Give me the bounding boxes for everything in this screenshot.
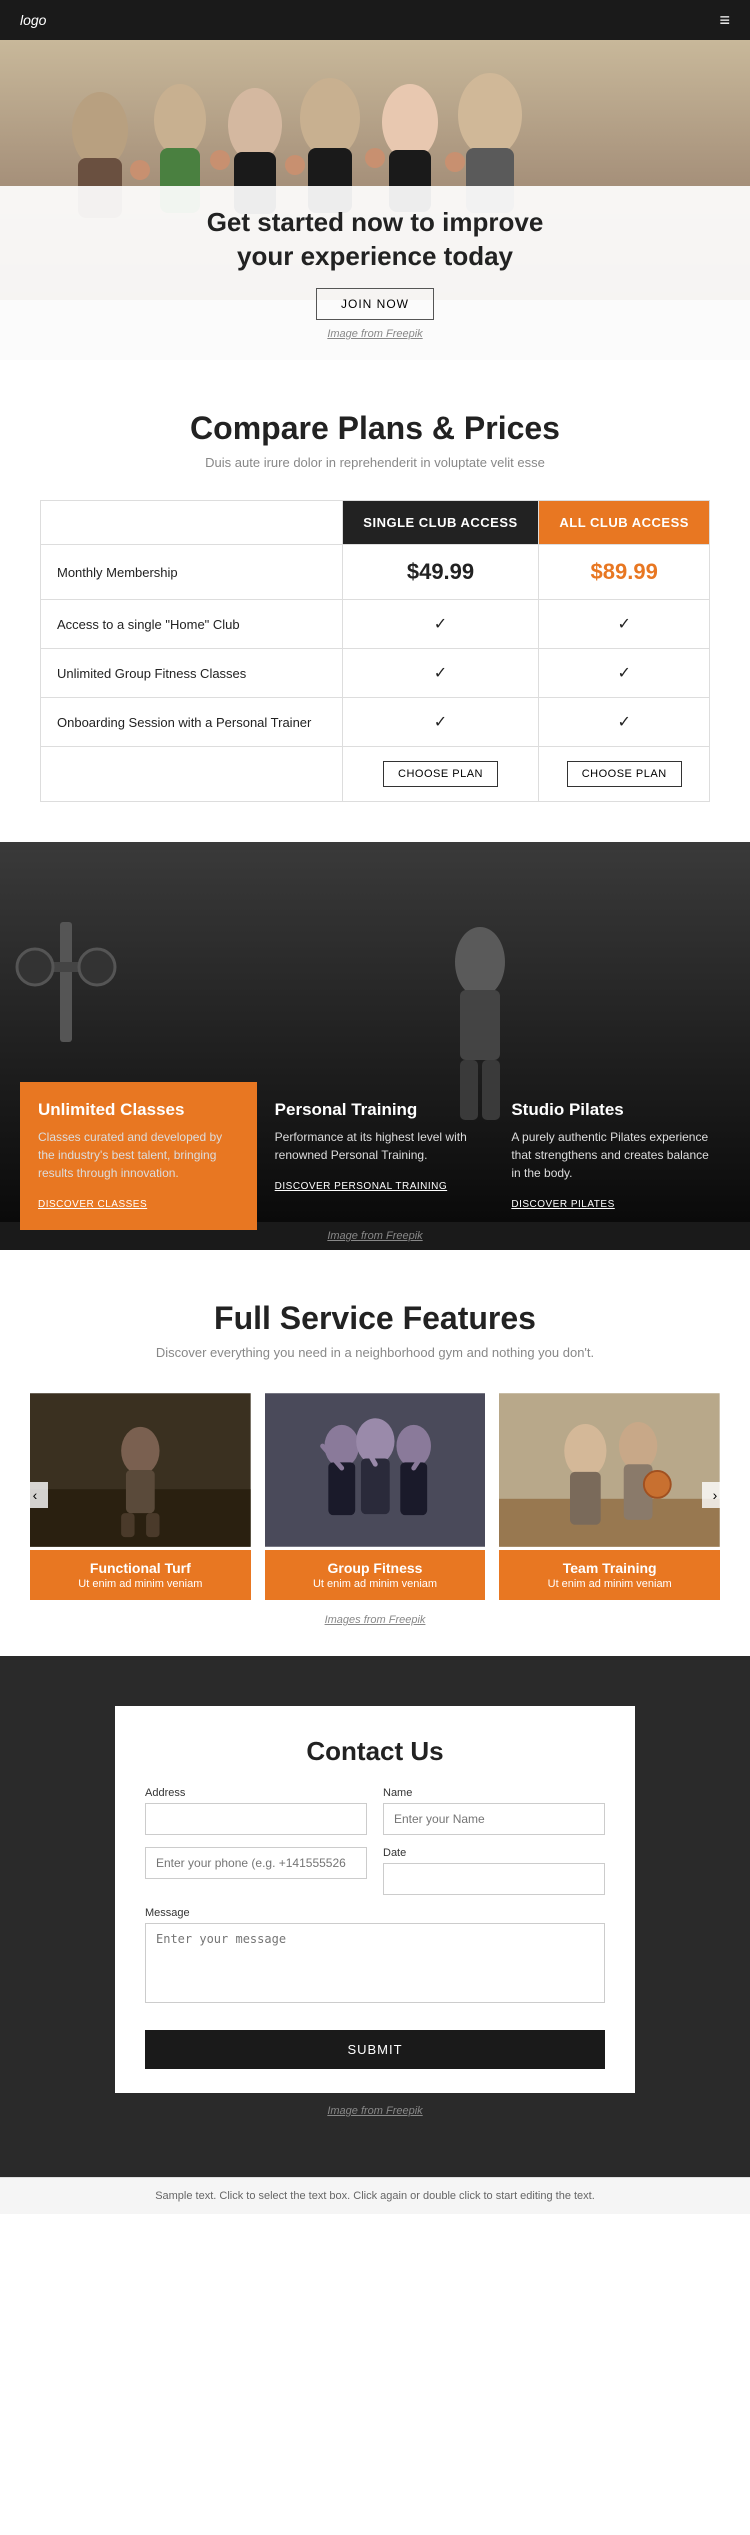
address-input[interactable] bbox=[145, 1803, 367, 1835]
feature-card-turf: Functional Turf Ut enim ad minim veniam bbox=[30, 1390, 251, 1600]
feature-image-team bbox=[499, 1390, 720, 1550]
message-group: Message bbox=[145, 1907, 605, 2008]
feature-label-turf: Functional Turf Ut enim ad minim veniam bbox=[30, 1550, 251, 1600]
feature-label-sub-1: Ut enim ad minim veniam bbox=[277, 1578, 474, 1590]
carousel-next-button[interactable]: › bbox=[702, 1482, 728, 1508]
row-single-3: ✓ bbox=[342, 698, 539, 747]
table-empty-header bbox=[41, 501, 343, 545]
contact-row-3: Message bbox=[145, 1907, 605, 2008]
hero-title: Get started now to improve your experien… bbox=[20, 206, 730, 274]
date-input[interactable] bbox=[383, 1863, 605, 1895]
discover-personal-link[interactable]: DISCOVER PERSONAL TRAINING bbox=[275, 1181, 447, 1192]
hero-caption: Image from Freepik bbox=[20, 328, 730, 340]
row-label-2: Unlimited Group Fitness Classes bbox=[41, 649, 343, 698]
footer-note: Sample text. Click to select the text bo… bbox=[0, 2177, 750, 2214]
address-group: Address bbox=[145, 1787, 367, 1835]
services-grid: Unlimited Classes Classes curated and de… bbox=[0, 1082, 750, 1250]
choose-all-button[interactable]: CHOOSE PLAN bbox=[567, 761, 682, 787]
message-textarea[interactable] bbox=[145, 1923, 605, 2003]
feature-card-team: Team Training Ut enim ad minim veniam bbox=[499, 1390, 720, 1600]
choose-single-button[interactable]: CHOOSE PLAN bbox=[383, 761, 498, 787]
service-card-personal: Personal Training Performance at its hig… bbox=[257, 1082, 494, 1230]
feature-label-sub-0: Ut enim ad minim veniam bbox=[42, 1578, 239, 1590]
phone-input[interactable] bbox=[145, 1847, 367, 1879]
feature-card-fitness: Group Fitness Ut enim ad minim veniam bbox=[265, 1390, 486, 1600]
logo: logo bbox=[20, 12, 46, 28]
discover-pilates-link[interactable]: DISCOVER PILATES bbox=[511, 1199, 614, 1210]
service-card-text-1: Performance at its highest level with re… bbox=[275, 1128, 476, 1164]
row-all-2: ✓ bbox=[539, 649, 710, 698]
table-row-1: Access to a single "Home" Club✓✓ bbox=[41, 600, 710, 649]
compare-title: Compare Plans & Prices bbox=[40, 410, 710, 447]
feature-label-title-1: Group Fitness bbox=[277, 1560, 474, 1576]
team-svg bbox=[499, 1390, 720, 1550]
feature-label-sub-2: Ut enim ad minim veniam bbox=[511, 1578, 708, 1590]
join-now-button[interactable]: JOIN NOW bbox=[316, 288, 434, 320]
hero-section: Get started now to improve your experien… bbox=[0, 40, 750, 360]
feature-label-fitness: Group Fitness Ut enim ad minim veniam bbox=[265, 1550, 486, 1600]
row-all-3: ✓ bbox=[539, 698, 710, 747]
name-label: Name bbox=[383, 1787, 605, 1799]
service-card-title-0: Unlimited Classes bbox=[38, 1100, 239, 1120]
site-header: logo ≡ bbox=[0, 0, 750, 40]
row-label-3: Onboarding Session with a Personal Train… bbox=[41, 698, 343, 747]
feature-label-title-2: Team Training bbox=[511, 1560, 708, 1576]
hero-overlay: Get started now to improve your experien… bbox=[0, 186, 750, 360]
choose-single-cell: CHOOSE PLAN bbox=[342, 747, 539, 802]
contact-section: Contact Us Address Name Date Message bbox=[0, 1656, 750, 2177]
row-all-1: ✓ bbox=[539, 600, 710, 649]
contact-title: Contact Us bbox=[145, 1736, 605, 1767]
table-row-2: Unlimited Group Fitness Classes✓✓ bbox=[41, 649, 710, 698]
feature-image-turf bbox=[30, 1390, 251, 1550]
plans-table: SINGLE CLUB ACCESS ALL CLUB ACCESS Month… bbox=[40, 500, 710, 802]
table-row-0: Monthly Membership$49.99$89.99 bbox=[41, 545, 710, 600]
features-carousel: ‹ Functional Turf Ut enim ad minim venia… bbox=[30, 1390, 720, 1600]
services-section: Unlimited Classes Classes curated and de… bbox=[0, 842, 750, 1250]
row-label-1: Access to a single "Home" Club bbox=[41, 600, 343, 649]
address-label: Address bbox=[145, 1787, 367, 1799]
name-input[interactable] bbox=[383, 1803, 605, 1835]
turf-svg bbox=[30, 1390, 251, 1550]
table-row-3: Onboarding Session with a Personal Train… bbox=[41, 698, 710, 747]
compare-section: Compare Plans & Prices Duis aute irure d… bbox=[0, 360, 750, 842]
row-all-0: $89.99 bbox=[539, 545, 710, 600]
features-section: Full Service Features Discover everythin… bbox=[0, 1250, 750, 1656]
row-single-0: $49.99 bbox=[342, 545, 539, 600]
date-label: Date bbox=[383, 1847, 605, 1859]
service-card-text-2: A purely authentic Pilates experience th… bbox=[511, 1128, 712, 1182]
single-club-header: SINGLE CLUB ACCESS bbox=[342, 501, 539, 545]
table-empty-footer bbox=[41, 747, 343, 802]
discover-classes-link[interactable]: DISCOVER CLASSES bbox=[38, 1199, 147, 1210]
compare-subtitle: Duis aute irure dolor in reprehenderit i… bbox=[40, 455, 710, 470]
message-label: Message bbox=[145, 1907, 605, 1919]
feature-label-team: Team Training Ut enim ad minim veniam bbox=[499, 1550, 720, 1600]
phone-group bbox=[145, 1847, 367, 1895]
features-title: Full Service Features bbox=[30, 1300, 720, 1337]
features-subtitle: Discover everything you need in a neighb… bbox=[30, 1345, 720, 1360]
contact-row-2: Date bbox=[145, 1847, 605, 1895]
service-card-title-1: Personal Training bbox=[275, 1100, 476, 1120]
service-card-unlimited: Unlimited Classes Classes curated and de… bbox=[20, 1082, 257, 1230]
row-single-2: ✓ bbox=[342, 649, 539, 698]
choose-all-cell: CHOOSE PLAN bbox=[539, 747, 710, 802]
contact-caption: Image from Freepik bbox=[30, 2105, 720, 2117]
name-group: Name bbox=[383, 1787, 605, 1835]
service-card-text-0: Classes curated and developed by the ind… bbox=[38, 1128, 239, 1182]
submit-button[interactable]: SUBMIT bbox=[145, 2030, 605, 2069]
row-single-1: ✓ bbox=[342, 600, 539, 649]
features-caption: Images from Freepik bbox=[30, 1614, 720, 1626]
contact-form-wrapper: Contact Us Address Name Date Message bbox=[115, 1706, 635, 2093]
service-card-pilates: Studio Pilates A purely authentic Pilate… bbox=[493, 1082, 730, 1230]
date-group: Date bbox=[383, 1847, 605, 1895]
all-club-header: ALL CLUB ACCESS bbox=[539, 501, 710, 545]
contact-row-1: Address Name bbox=[145, 1787, 605, 1835]
service-card-title-2: Studio Pilates bbox=[511, 1100, 712, 1120]
carousel-prev-button[interactable]: ‹ bbox=[22, 1482, 48, 1508]
menu-icon[interactable]: ≡ bbox=[719, 10, 730, 31]
row-label-0: Monthly Membership bbox=[41, 545, 343, 600]
feature-image-fitness bbox=[265, 1390, 486, 1550]
fitness-svg bbox=[265, 1390, 486, 1550]
feature-label-title-0: Functional Turf bbox=[42, 1560, 239, 1576]
